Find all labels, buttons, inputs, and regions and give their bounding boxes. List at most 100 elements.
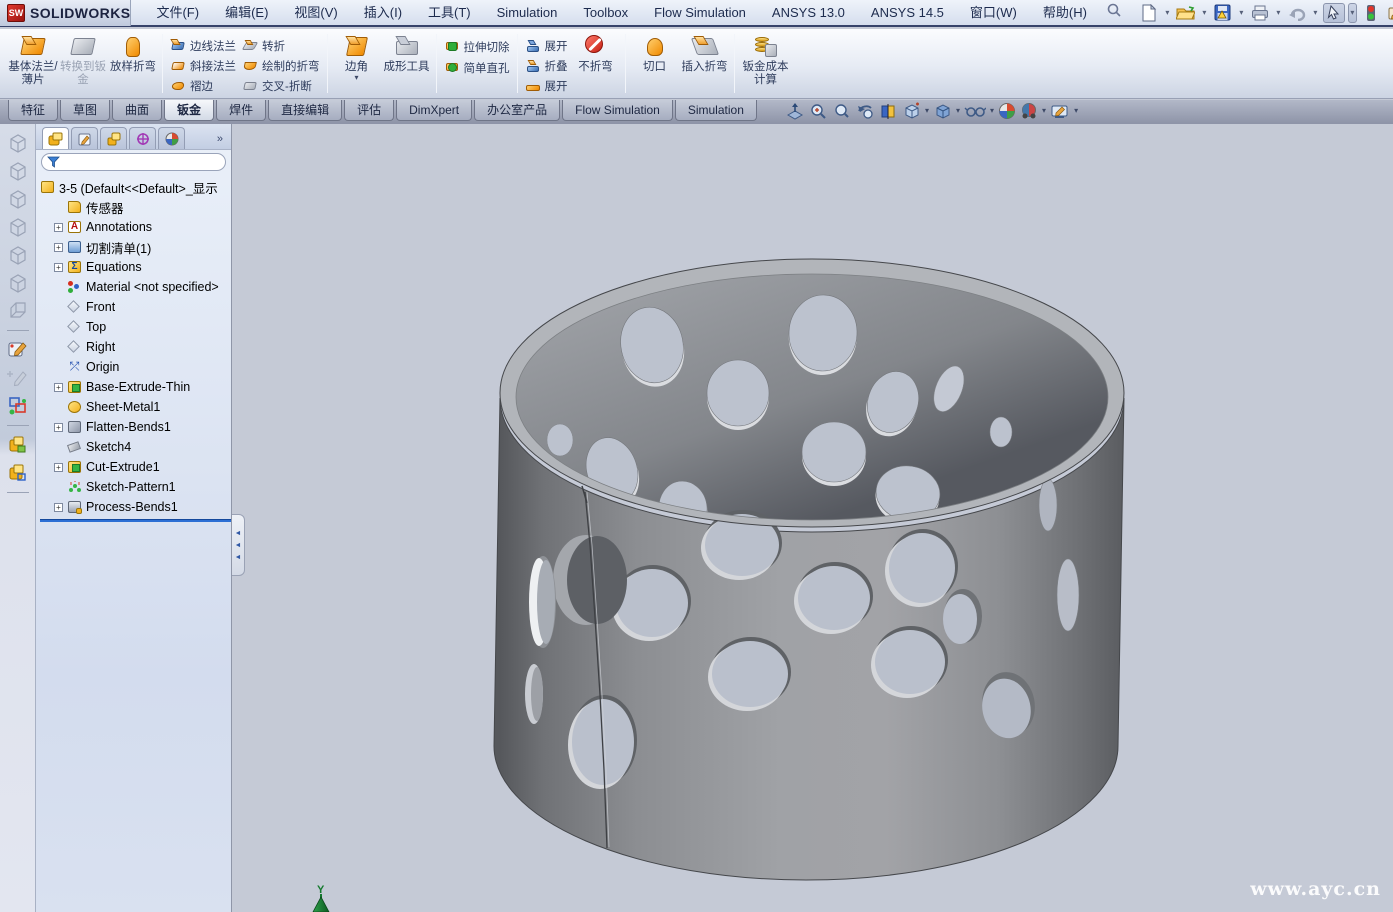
tree-item-sketch4[interactable]: Sketch4 — [40, 437, 231, 457]
boss-extrude-icon[interactable] — [6, 434, 30, 456]
view-cube-icon[interactable] — [6, 216, 30, 238]
open-dropdown[interactable]: ▾ — [1200, 3, 1209, 23]
save-icon[interactable] — [1212, 3, 1234, 23]
panel-splitter-handle[interactable]: ◄◄◄ — [232, 514, 245, 576]
view-cube-icon[interactable] — [6, 244, 30, 266]
lofted-bend-button[interactable]: 放样折弯 — [108, 31, 158, 96]
corner-button[interactable]: 边角 ▾ — [332, 31, 382, 96]
tab-sketch[interactable]: 草图 — [60, 100, 110, 121]
traffic-light-icon[interactable] — [1360, 3, 1382, 23]
tree-item-origin[interactable]: ⤱ Origin — [40, 357, 231, 377]
undo-icon[interactable] — [1286, 3, 1308, 23]
featuremanager-tab-icon[interactable] — [42, 127, 69, 149]
previous-view-icon[interactable] — [855, 102, 875, 120]
expand-icon[interactable]: + — [54, 263, 63, 272]
display-style-dropdown[interactable]: ▾ — [956, 107, 960, 115]
convert-to-sheet-metal-button[interactable]: 转换到钣金 — [58, 31, 108, 96]
undo-dropdown[interactable]: ▾ — [1311, 3, 1320, 23]
menu-help[interactable]: 帮助(H) — [1030, 0, 1100, 26]
tab-sheet-metal[interactable]: 钣金 — [164, 100, 214, 121]
flatten-button[interactable]: 展开 — [522, 76, 571, 96]
tab-weldments[interactable]: 焊件 — [216, 100, 266, 121]
tab-simulation[interactable]: Simulation — [675, 100, 757, 121]
section-view-icon[interactable] — [879, 102, 898, 120]
tree-item-sheet-metal1[interactable]: Sheet-Metal1 — [40, 397, 231, 417]
configurationmanager-tab-icon[interactable] — [100, 127, 127, 149]
tree-item-right-plane[interactable]: Right — [40, 337, 231, 357]
tree-item-material[interactable]: Material <not specified> — [40, 277, 231, 297]
extruded-cut-button[interactable]: 拉伸切除 — [441, 36, 513, 57]
menu-tools[interactable]: 工具(T) — [415, 0, 484, 26]
menu-flow-simulation[interactable]: Flow Simulation — [641, 0, 759, 26]
corner-dropdown[interactable]: ▾ — [354, 74, 358, 82]
menu-file[interactable]: 文件(F) — [143, 0, 212, 26]
expand-icon[interactable]: + — [54, 243, 63, 252]
camera-icon[interactable] — [1050, 102, 1070, 120]
panel-overflow-chevron[interactable]: » — [217, 133, 227, 149]
tab-features[interactable]: 特征 — [8, 100, 58, 121]
move-entities-icon[interactable] — [6, 395, 30, 417]
tree-item-cut-extrude1[interactable]: + Cut-Extrude1 — [40, 457, 231, 477]
expand-icon[interactable]: + — [54, 383, 63, 392]
insert-bends-button[interactable]: 插入折弯 — [680, 31, 730, 96]
expand-icon[interactable]: + — [54, 503, 63, 512]
expand-icon[interactable]: + — [54, 463, 63, 472]
menu-edit[interactable]: 编辑(E) — [212, 0, 281, 26]
tree-item-front-plane[interactable]: Front — [40, 297, 231, 317]
tab-flow-simulation[interactable]: Flow Simulation — [562, 100, 673, 121]
hem-button[interactable]: 褶边 — [167, 76, 239, 96]
no-bends-button[interactable]: 不折弯 — [571, 31, 621, 96]
menu-simulation[interactable]: Simulation — [484, 0, 571, 26]
view-cube-icon[interactable] — [6, 160, 30, 182]
open-icon[interactable] — [1175, 3, 1197, 23]
rollback-bar[interactable] — [40, 519, 231, 522]
zoom-fit-icon[interactable] — [785, 102, 805, 120]
tab-surfaces[interactable]: 曲面 — [112, 100, 162, 121]
view-cube-icon[interactable] — [6, 132, 30, 154]
view-orientation-icon[interactable] — [902, 102, 921, 120]
tree-item-sensors[interactable]: 传感器 — [40, 197, 231, 217]
menu-ansys-14-5[interactable]: ANSYS 14.5 — [858, 0, 957, 26]
tree-item-sketch-pattern1[interactable]: Sketch-Pattern1 — [40, 477, 231, 497]
miter-flange-button[interactable]: 斜接法兰 — [167, 56, 239, 76]
expand-icon[interactable]: + — [54, 423, 63, 432]
boss-extrude-icon[interactable] — [6, 462, 30, 484]
zoom-in-out-icon[interactable] — [832, 102, 851, 120]
rip-button[interactable]: 切口 — [630, 31, 680, 96]
tab-evaluate[interactable]: 评估 — [344, 100, 394, 121]
select-arrow-icon[interactable] — [1323, 3, 1345, 23]
print-dropdown[interactable]: ▾ — [1274, 3, 1283, 23]
zoom-area-icon[interactable] — [809, 102, 828, 120]
menu-insert[interactable]: 插入(I) — [351, 0, 415, 26]
sheet-metal-costing-button[interactable]: 钣金成本计算 — [739, 31, 793, 96]
model-perforated-sleeve[interactable] — [232, 124, 1393, 912]
menu-toolbox[interactable]: Toolbox — [570, 0, 641, 26]
fold-button[interactable]: 折叠 — [522, 56, 571, 76]
edit-note-icon[interactable] — [1385, 3, 1393, 23]
print-icon[interactable] — [1249, 3, 1271, 23]
graphics-viewport[interactable]: Y www.ayc.cn — [232, 124, 1393, 912]
new-document-icon[interactable] — [1138, 3, 1160, 23]
tab-dimxpert[interactable]: DimXpert — [396, 100, 472, 121]
search-icon[interactable] — [1106, 2, 1122, 23]
menu-window[interactable]: 窗口(W) — [957, 0, 1030, 26]
new-document-dropdown[interactable]: ▾ — [1163, 3, 1172, 23]
view-orientation-dropdown[interactable]: ▾ — [925, 107, 929, 115]
sketch-tool-icon[interactable] — [6, 339, 30, 361]
hide-show-dropdown[interactable]: ▾ — [990, 107, 994, 115]
display-manager-tab-icon[interactable] — [158, 127, 185, 149]
tree-item-process-bends1[interactable]: + Process-Bends1 — [40, 497, 231, 517]
tree-item-flatten-bends1[interactable]: + Flatten-Bends1 — [40, 417, 231, 437]
tab-office-products[interactable]: 办公室产品 — [474, 100, 560, 121]
forming-tool-button[interactable]: 成形工具 — [382, 31, 432, 96]
dimxpert-tab-icon[interactable] — [129, 127, 156, 149]
view-cube-icon[interactable] — [6, 188, 30, 210]
camera-dropdown[interactable]: ▾ — [1074, 107, 1078, 115]
edge-flange-button[interactable]: 边线法兰 — [167, 36, 239, 56]
propertymanager-tab-icon[interactable] — [71, 127, 98, 149]
jog-button[interactable]: 转折 — [239, 36, 323, 56]
tree-root[interactable]: 3-5 (Default<<Default>_显示 — [40, 177, 231, 197]
view-settings-icon[interactable] — [1020, 102, 1038, 120]
add-sketch-icon[interactable] — [6, 367, 30, 389]
simple-hole-button[interactable]: 简单直孔 — [441, 57, 513, 78]
